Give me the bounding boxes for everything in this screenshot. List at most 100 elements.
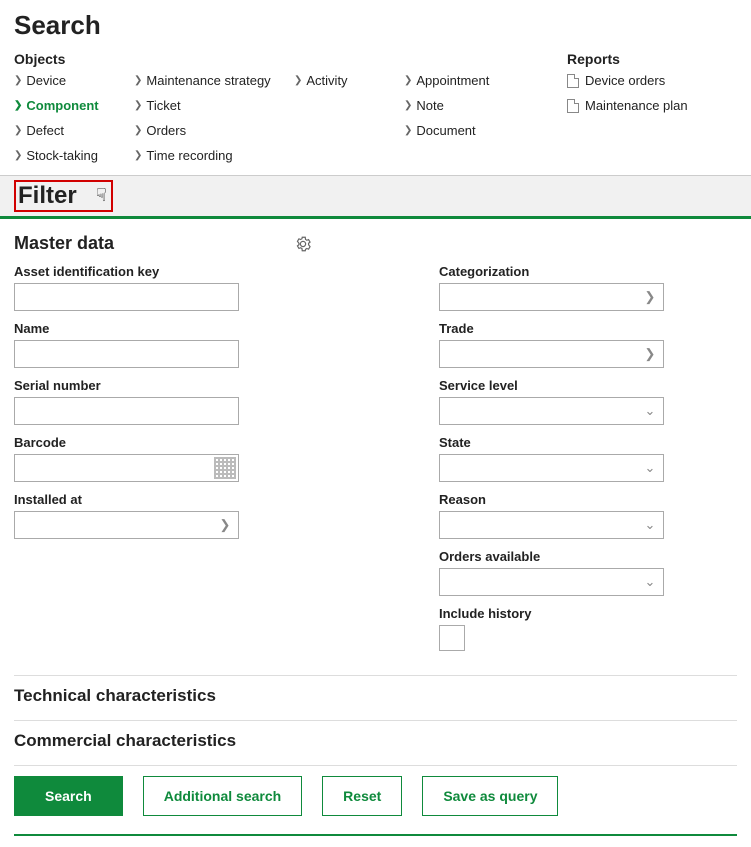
report-link-maintenance-plan[interactable]: Maintenance plan [567,98,737,113]
additional-search-button[interactable]: Additional search [143,776,302,816]
separator [14,765,737,766]
field-include-history: Include history [439,606,664,651]
master-data-header: Master data [14,233,737,254]
object-label: Component [26,98,98,113]
filter-bar: Filter ☟ [0,175,751,219]
filter-toggle[interactable]: Filter ☟ [14,180,113,212]
chevron-right-icon: ❯ [134,100,142,111]
chevron-right-icon: ❯ [404,75,412,86]
master-data-right-column: Categorization ❯ Trade ❯ Service level ⌄… [439,264,664,661]
chevron-right-icon: ❯ [14,75,22,86]
object-link-maintenance-strategy[interactable]: ❯ Maintenance strategy [134,73,294,88]
asset-id-label: Asset identification key [14,264,239,279]
chevron-right-icon: ❯ [14,100,22,111]
objects-heading: Objects [14,51,567,67]
name-input[interactable] [14,340,239,368]
object-label: Maintenance strategy [146,73,270,88]
object-label: Ticket [146,98,180,113]
technical-characteristics-heading[interactable]: Technical characteristics [14,686,737,706]
object-label: Time recording [146,148,232,163]
field-asset-id: Asset identification key [14,264,239,311]
field-serial: Serial number [14,378,239,425]
object-link-device[interactable]: ❯ Device [14,73,134,88]
object-label: Activity [306,73,347,88]
orders-available-label: Orders available [439,549,664,564]
object-link-defect[interactable]: ❯ Defect [14,123,134,138]
filter-title: Filter [18,182,77,210]
chevron-right-icon: ❯ [294,75,302,86]
field-orders-available: Orders available ⌄ [439,549,664,596]
chevron-right-icon: ❯ [134,150,142,161]
serial-label: Serial number [14,378,239,393]
object-label: Appointment [416,73,489,88]
chevron-right-icon: ❯ [134,75,142,86]
reports-block: Reports Device orders Maintenance plan [567,51,737,163]
state-label: State [439,435,664,450]
reason-label: Reason [439,492,664,507]
object-label: Document [416,123,475,138]
state-select[interactable] [439,454,664,482]
installed-at-input[interactable] [14,511,239,539]
report-link-device-orders[interactable]: Device orders [567,73,737,88]
document-icon [567,74,579,88]
separator [14,720,737,721]
cursor-pointer-icon: ☟ [96,186,107,204]
categorization-input[interactable] [439,283,664,311]
object-link-note[interactable]: ❯Note [404,98,524,113]
object-link-component[interactable]: ❯ Component [14,98,134,113]
object-link-appointment[interactable]: ❯ Appointment [404,73,524,88]
barcode-label: Barcode [14,435,239,450]
installed-at-label: Installed at [14,492,239,507]
objects-block: Objects ❯ Device ❯ Maintenance strategy ❯ A… [14,51,567,163]
report-label: Maintenance plan [585,98,688,113]
field-categorization: Categorization ❯ [439,264,664,311]
serial-input[interactable] [14,397,239,425]
orders-available-select[interactable] [439,568,664,596]
object-link-ticket[interactable]: ❯ Ticket [134,98,294,113]
field-state: State ⌄ [439,435,664,482]
object-link-activity[interactable]: ❯ Activity [294,73,404,88]
chevron-right-icon: ❯ [404,125,412,136]
page-title: Search [14,10,737,41]
include-history-checkbox[interactable] [439,625,465,651]
save-as-query-button[interactable]: Save as query [422,776,558,816]
object-label: Defect [26,123,64,138]
top-navigation: Objects ❯ Device ❯ Maintenance strategy ❯ A… [14,51,737,163]
reset-button[interactable]: Reset [322,776,402,816]
reports-heading: Reports [567,51,737,67]
include-history-label: Include history [439,606,664,621]
object-label: Device [26,73,66,88]
report-label: Device orders [585,73,665,88]
object-link-orders[interactable]: ❯Orders [134,123,294,138]
commercial-characteristics-heading[interactable]: Commercial characteristics [14,731,737,751]
categorization-label: Categorization [439,264,664,279]
trade-label: Trade [439,321,664,336]
chevron-right-icon: ❯ [404,100,412,111]
field-installed-at: Installed at ❯ [14,492,239,539]
gear-icon[interactable] [294,235,312,253]
object-label: Stock-taking [26,148,98,163]
object-link-document[interactable]: ❯ Document [404,123,524,138]
object-link-time-recording[interactable]: ❯ Time recording [134,148,294,163]
master-data-left-column: Asset identification key Name Serial num… [14,264,239,661]
field-service-level: Service level ⌄ [439,378,664,425]
name-label: Name [14,321,239,336]
trade-input[interactable] [439,340,664,368]
action-buttons: Search Additional search Reset Save as q… [14,776,737,816]
field-trade: Trade ❯ [439,321,664,368]
service-level-label: Service level [439,378,664,393]
reason-select[interactable] [439,511,664,539]
document-icon [567,99,579,113]
master-data-heading: Master data [14,233,114,254]
search-button[interactable]: Search [14,776,123,816]
bottom-accent-line [14,834,737,836]
field-reason: Reason ⌄ [439,492,664,539]
asset-id-input[interactable] [14,283,239,311]
chevron-right-icon: ❯ [14,125,22,136]
service-level-select[interactable] [439,397,664,425]
chevron-right-icon: ❯ [134,125,142,136]
field-barcode: Barcode [14,435,239,482]
object-link-stock-taking[interactable]: ❯Stock-taking [14,148,134,163]
master-data-form: Asset identification key Name Serial num… [14,264,737,661]
barcode-input[interactable] [14,454,239,482]
